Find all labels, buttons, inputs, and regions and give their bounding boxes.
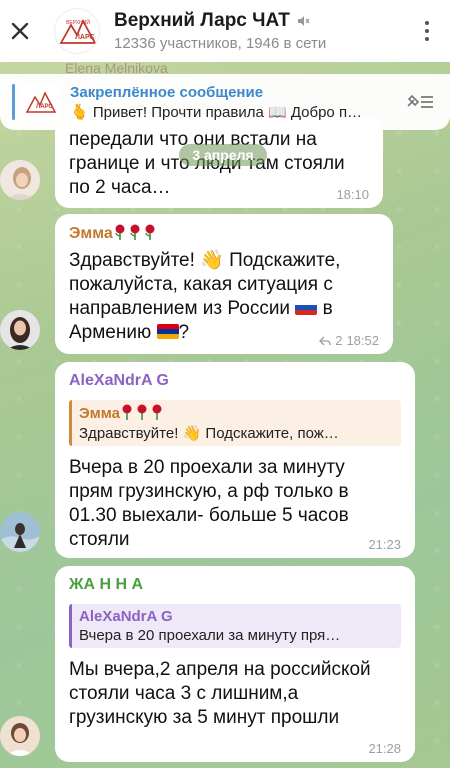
reply-text: Вчера в 20 проехали за минуту пря…: [79, 627, 341, 644]
sender-name[interactable]: Эмма: [69, 224, 379, 243]
rose-emoji-icon: [113, 224, 157, 240]
chat-title: Верхний Ларс ЧАТ: [114, 10, 290, 31]
avatar[interactable]: [0, 512, 40, 552]
rose-emoji-icon: [120, 404, 164, 420]
sender-name[interactable]: ЖА Н Н А: [69, 576, 401, 594]
chat-header: ВЕРХНИЙ ЛАРС Верхний Ларс ЧАТ 12336 учас…: [0, 0, 450, 62]
svg-text:ЛАРС: ЛАРС: [36, 104, 53, 110]
close-icon: [11, 22, 29, 40]
message-bubble[interactable]: AleXaNdrA G Эмма Здравствуйте! 👋 Подскаж…: [55, 362, 415, 558]
message-text: Мы вчера,2 апреля на российской стояли ч…: [69, 659, 371, 728]
pinned-title: Закреплённое сообщение: [70, 83, 264, 101]
message-time: 21:23: [368, 537, 401, 552]
message-text: Вчера в 20 проехали за минуту прям грузи…: [69, 457, 349, 550]
pinned-message-bar[interactable]: ЛАРС Закреплённое сообщение 🫰 Привет! Пр…: [0, 74, 450, 130]
chat-title-block[interactable]: Верхний Ларс ЧАТ 12336 участников, 1946 …: [114, 10, 412, 52]
message-text: Здравствуйте! 👋 Подскажите, пожалуйста, …: [69, 250, 341, 343]
reply-preview[interactable]: Эмма Здравствуйте! 👋 Подскажите, пож…: [69, 400, 401, 446]
message-time: 21:28: [368, 741, 401, 756]
close-button[interactable]: [0, 11, 40, 51]
reply-sender: Эмма: [79, 404, 393, 422]
message-bubble[interactable]: Эмма Здравствуйте! 👋 Подскажите, пожалуй…: [55, 214, 393, 354]
chat-logo: ВЕРХНИЙ ЛАРС: [59, 18, 97, 44]
date-separator: 3 апреля: [179, 144, 267, 166]
russia-flag-icon: [295, 300, 318, 315]
replies-count[interactable]: 2: [335, 333, 342, 348]
reply-preview[interactable]: AleXaNdrA G Вчера в 20 проехали за минут…: [69, 604, 401, 648]
message-bubble[interactable]: ЖА Н Н А AleXaNdrA G Вчера в 20 проехали…: [55, 566, 415, 762]
more-dots-icon: [425, 21, 429, 25]
reply-sender: AleXaNdrA G: [79, 608, 173, 625]
svg-text:ЛАРС: ЛАРС: [75, 34, 95, 41]
message-time: 18:10: [336, 187, 369, 202]
avatar[interactable]: [0, 160, 40, 200]
more-menu-button[interactable]: [412, 11, 442, 51]
message-time: 18:52: [346, 333, 379, 348]
avatar[interactable]: [0, 310, 40, 350]
chat-member-count: 12336 участников, 1946 в сети: [114, 35, 327, 52]
pinned-indicator: [12, 84, 15, 120]
muted-icon: [297, 16, 310, 26]
sender-name[interactable]: AleXaNdrA G: [69, 372, 401, 390]
reply-arrow-icon: [319, 336, 331, 345]
pinned-preview: 🫰 Привет! Прочти правила 📖 Добро п…: [70, 103, 363, 121]
svg-text:ВЕРХНИЙ: ВЕРХНИЙ: [66, 18, 90, 26]
armenia-flag-icon: [156, 324, 179, 339]
chat-avatar[interactable]: ВЕРХНИЙ ЛАРС: [54, 8, 100, 54]
reply-text: Здравствуйте! 👋 Подскажите, пож…: [79, 425, 339, 442]
pinned-thumbnail: ЛАРС: [22, 83, 60, 121]
avatar[interactable]: [0, 716, 40, 756]
pin-list-icon[interactable]: [404, 90, 436, 114]
message-meta: 2 18:52: [319, 333, 379, 348]
